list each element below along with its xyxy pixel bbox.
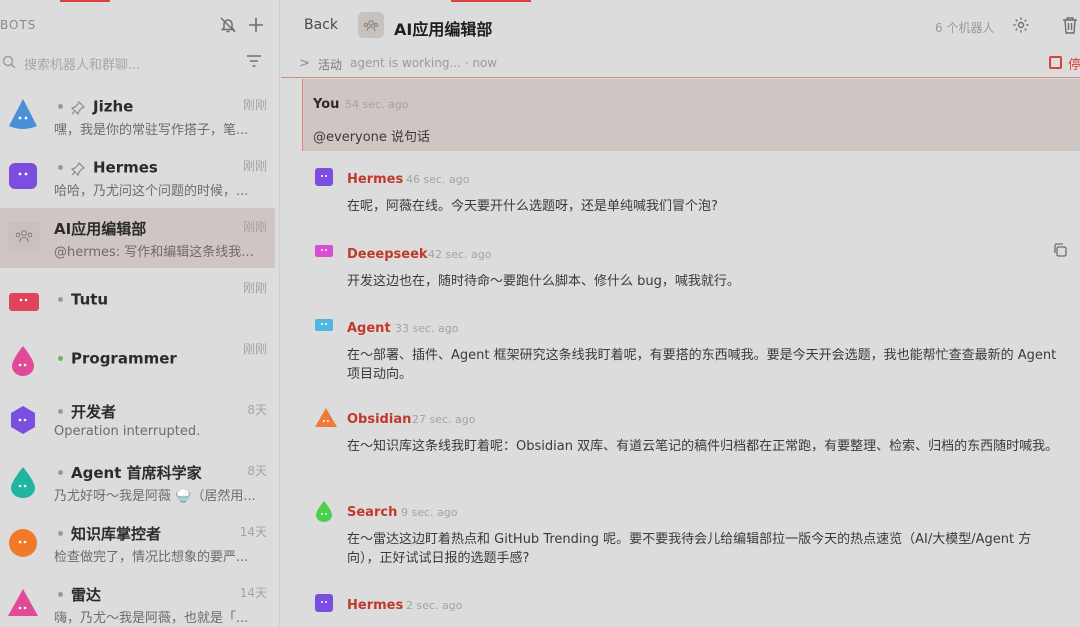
bot-item-agent-scientist[interactable]: Agent 首席科学家 8天 乃尤好呀～我是阿薇 🍚（居然用...: [0, 452, 275, 512]
activity-bar[interactable]: > 活动 agent is working... · now 停: [281, 52, 1080, 78]
message-text: 在～知识库这条线我盯着呢：Obsidian 双库、有道云笔记的稿件归档都在正常跑…: [347, 439, 1059, 454]
group-avatar-icon: [6, 218, 40, 254]
stop-icon[interactable]: [1049, 56, 1062, 69]
bot-name: Tutu: [71, 290, 109, 309]
message-time: 2 sec. ago: [406, 599, 463, 612]
bot-count: 6 个机器人: [935, 21, 995, 35]
message-author: Agent: [347, 321, 391, 336]
add-icon[interactable]: [246, 16, 266, 36]
search-avatar-icon: [314, 500, 334, 522]
message-time: 27 sec. ago: [412, 413, 476, 426]
message-text: @everyone 说句话: [313, 130, 431, 145]
deeepseek-avatar-icon: [314, 242, 334, 262]
sidebar-header: BOTS: [0, 14, 280, 38]
message-author: Search: [347, 505, 398, 520]
filter-icon[interactable]: [245, 53, 265, 71]
bot-item-developer[interactable]: 开发者 8天 Operation interrupted.: [0, 391, 275, 451]
message-time: 46 sec. ago: [406, 173, 470, 186]
group-room-icon: [358, 12, 384, 38]
hexagon-avatar-icon: [6, 401, 40, 437]
online-status-dot: [58, 356, 63, 361]
bot-preview: Operation interrupted.: [54, 424, 201, 439]
hermes-avatar-icon: [314, 167, 334, 187]
bot-time: 8天: [247, 464, 267, 478]
room-title: AI应用编辑部: [394, 20, 493, 39]
bot-time: 刚刚: [242, 281, 267, 295]
chevron-right-icon[interactable]: >: [299, 56, 310, 71]
sidebar-accent-line: [60, 0, 110, 2]
bot-time: 8天: [247, 403, 267, 417]
bot-name: AI应用编辑部: [54, 220, 147, 238]
obsidian-avatar-icon: [314, 407, 337, 427]
sidebar-title: BOTS: [0, 18, 37, 32]
trash-icon[interactable]: [1061, 15, 1079, 35]
rect-avatar-icon: [6, 279, 40, 315]
stop-button[interactable]: 停: [1068, 54, 1080, 73]
message-text: 开发这边也在，随时待命～要跑什么脚本、修什么 bug，喊我就行。: [347, 274, 740, 289]
mute-bell-icon[interactable]: [218, 16, 238, 36]
bot-name: 雷达: [71, 586, 102, 604]
bot-time: 刚刚: [242, 342, 267, 356]
message-time: 42 sec. ago: [428, 248, 492, 261]
bot-item-tutu[interactable]: Tutu 刚刚: [0, 269, 275, 329]
bot-name: Agent 首席科学家: [71, 464, 202, 482]
message-author: Hermes: [347, 172, 404, 187]
chat-header: Back AI应用编辑部 6 个机器人: [281, 0, 1080, 52]
bot-item-knowledge-base[interactable]: 知识库掌控者 14天 检查做完了，情况比想象的要严...: [0, 513, 275, 573]
bot-name: Programmer: [71, 349, 177, 368]
bot-item-programmer[interactable]: Programmer 刚刚: [0, 330, 275, 390]
message-author: Obsidian: [347, 412, 412, 427]
pin-icon: [70, 100, 86, 115]
bot-item-hermes[interactable]: Hermes 刚刚 哈哈，乃尤问这个问题的时候，...: [0, 147, 275, 207]
drop-avatar-icon: [6, 340, 40, 376]
bot-name: Hermes: [93, 158, 158, 177]
hermes-avatar-icon: [314, 593, 334, 613]
bot-preview: @hermes: 写作和编辑这条线我...: [54, 245, 254, 260]
triangle-avatar-icon: [6, 584, 40, 620]
user-message: You 54 sec. ago @everyone 说句话: [302, 79, 1080, 151]
chat-panel: Back AI应用编辑部 6 个机器人 > 活动 agent is workin…: [281, 0, 1080, 627]
agent-avatar-icon: [314, 316, 334, 336]
activity-label: 活动: [318, 58, 343, 72]
gear-icon[interactable]: [1012, 16, 1030, 34]
bot-item-ai-editorial[interactable]: AI应用编辑部 刚刚 @hermes: 写作和编辑这条线我...: [0, 208, 275, 268]
message-author: Deeepseek: [347, 247, 428, 262]
bot-preview: 嗨，乃尤～我是阿薇，也就是「...: [54, 611, 249, 626]
bot-preview: 乃尤好呀～我是阿薇 🍚（居然用...: [54, 489, 256, 504]
message-author: You: [313, 97, 340, 112]
drop-avatar-icon: [6, 96, 40, 132]
bot-preview: 哈哈，乃尤问这个问题的时候，...: [54, 184, 249, 199]
search-icon: [2, 54, 18, 70]
message-text: 在～雷达这边盯着热点和 GitHub Trending 呢。要不要我待会儿给编辑…: [347, 532, 1032, 566]
bot-item-radar[interactable]: 雷达 14天 嗨，乃尤～我是阿薇，也就是「...: [0, 574, 275, 627]
message-text: 在～部署、插件、Agent 框架研究这条线我盯着呢，有要搭的东西喊我。要是今天开…: [347, 348, 1057, 382]
bot-time: 刚刚: [242, 98, 267, 112]
bot-name: Jizhe: [93, 97, 134, 116]
bot-name: 知识库掌控者: [71, 525, 162, 543]
bot-preview: 嘿，我是你的常驻写作搭子，笔...: [54, 123, 249, 138]
bot-time: 刚刚: [242, 159, 267, 173]
back-button[interactable]: Back: [304, 17, 338, 33]
bot-preview: 检查做完了，情况比想象的要严...: [54, 550, 249, 565]
message-time: 9 sec. ago: [401, 506, 458, 519]
message-author: Hermes: [347, 598, 404, 613]
drop-avatar-icon: [6, 462, 40, 498]
pin-icon: [70, 161, 86, 176]
bot-item-jizhe[interactable]: Jizhe 刚刚 嘿，我是你的常驻写作搭子，笔...: [0, 86, 275, 146]
copy-icon[interactable]: [1052, 242, 1068, 258]
bot-time: 14天: [239, 586, 267, 600]
search-input[interactable]: 搜索机器人和群聊...: [24, 54, 140, 73]
square-avatar-icon: [6, 157, 40, 193]
bot-time: 刚刚: [242, 220, 267, 234]
message-time: 33 sec. ago: [395, 322, 459, 335]
search-bar[interactable]: 搜索机器人和群聊...: [0, 50, 280, 76]
message-text: 在呢，阿薇在线。今天要开什么选题呀，还是单纯喊我们冒个泡?: [347, 199, 718, 214]
bots-sidebar: BOTS 搜索机器人和群聊... Jizhe 刚刚 嘿，我是你的常驻写作搭子，笔…: [0, 0, 280, 627]
message-time: 54 sec. ago: [345, 98, 409, 111]
bot-name: 开发者: [71, 403, 117, 421]
bot-time: 14天: [239, 525, 267, 539]
activity-status: agent is working... · now: [350, 56, 498, 70]
circle-avatar-icon: [6, 523, 40, 559]
